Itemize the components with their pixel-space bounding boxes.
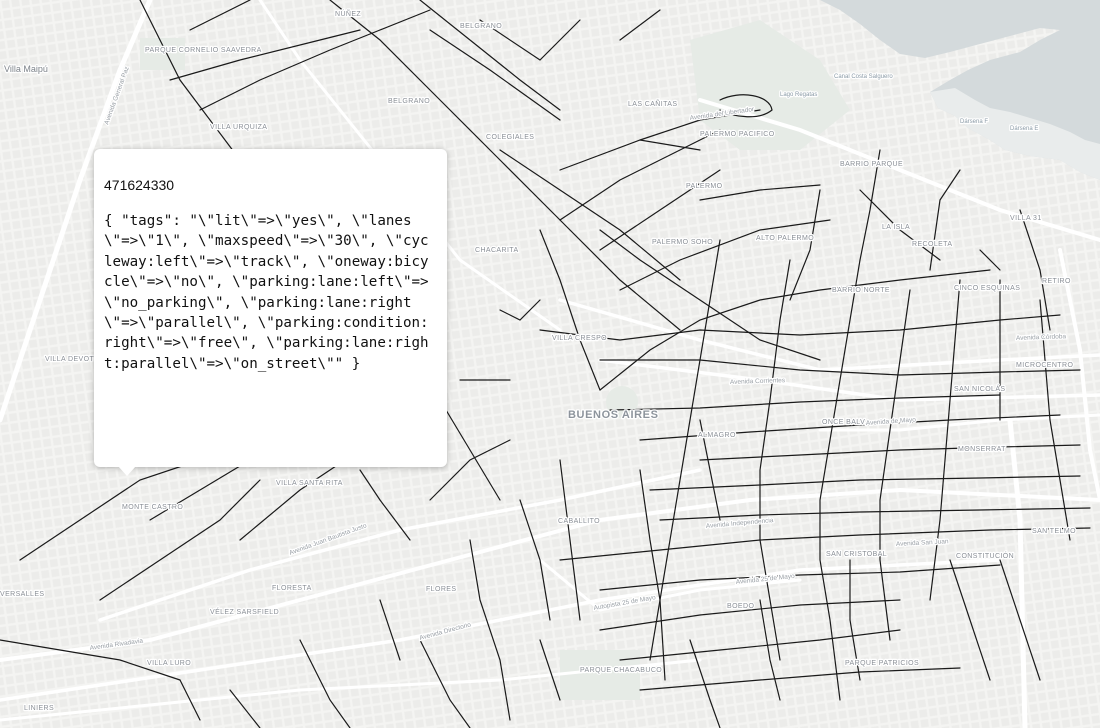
label-retiro: RETIRO (1042, 278, 1071, 285)
label-palermo-soho: PALERMO SOHO (652, 239, 713, 246)
label-barrio-norte: BARRIO NORTE (832, 287, 890, 294)
label-buenos-aires: BUENOS AIRES (568, 409, 659, 421)
label-belgrano-north: BELGRANO (460, 23, 502, 30)
label-velez-sarsfield: VÉLEZ SARSFIELD (210, 607, 279, 616)
feature-tags: { "tags": "\"lit\"=>\"yes\", \"lanes\"=>… (104, 213, 429, 372)
label-darsena-f: Dársena F (960, 119, 988, 125)
label-villa-santa-rita: VILLA SANTA RITA (276, 480, 343, 487)
label-liniers: LINIERS (24, 705, 54, 712)
label-barrio-parque: BARRIO PARQUE (840, 161, 903, 168)
park-chacabuco (560, 650, 640, 700)
label-monserrat: MONSERRAT (958, 446, 1006, 453)
label-cinco-esquinas: CINCO ESQUINAS (954, 285, 1020, 292)
label-flores: FLORES (426, 586, 456, 593)
label-villa-crespo: VILLA CRESPO (552, 335, 607, 342)
label-darsena-e: Dársena E (1010, 126, 1038, 132)
label-villa-devoto: VILLA DEVOTO (45, 356, 100, 363)
label-once-balv: ONCE BALV. (822, 419, 867, 426)
label-san-nicolas: SAN NICOLÁS (954, 384, 1005, 393)
feature-id: 471624330 (104, 177, 175, 193)
label-villa-urquiza: VILLA URQUIZA (210, 124, 267, 131)
label-recoleta: RECOLETA (912, 241, 952, 248)
label-villa-31: VILLA 31 (1010, 215, 1042, 222)
label-floresta: FLORESTA (272, 585, 312, 592)
label-palermo: PALERMO (686, 183, 723, 190)
label-parque-chacabuco: PARQUE CHACABUCO (580, 667, 662, 674)
label-canal-costa-salguero: Canal Costa Salguero (834, 74, 893, 80)
label-las-canitas: LAS CAÑITAS (628, 99, 677, 108)
label-chacarita: CHACARITA (475, 247, 519, 254)
label-colegiales: COLEGIALES (486, 134, 534, 141)
label-constitucion: CONSTITUCIÓN (956, 551, 1014, 560)
label-boedo: BOEDO (727, 603, 754, 610)
label-caballito: CABALLITO (558, 518, 600, 525)
popup-tip (118, 466, 136, 476)
label-san-cristobal: SAN CRISTOBAL (826, 551, 887, 558)
label-parque-cornelio-saavedra: PARQUE CORNELIO SAAVEDRA (145, 47, 262, 54)
label-palermo-pacifico: PALERMO PACIFICO (700, 131, 775, 138)
label-la-isla: LA ISLA (882, 224, 910, 231)
label-villa-luro: VILLA LURO (147, 660, 191, 667)
label-almagro: ALMAGRO (698, 432, 736, 439)
feature-popup: 471624330 { "tags": "\"lit\"=>\"yes\", \… (94, 149, 447, 467)
label-alto-palermo: ALTO PALERMO (756, 235, 814, 242)
label-parque-patricios: PARQUE PATRICIOS (845, 660, 919, 667)
label-lago-regatas: Lago Regatas (780, 92, 817, 98)
label-microcentro: MICROCENTRO (1016, 362, 1073, 369)
label-belgrano: BELGRANO (388, 98, 430, 105)
label-nunez: NÚÑEZ (335, 9, 361, 18)
label-villa-maipu: Villa Maipú (4, 64, 48, 74)
label-monte-castro: MONTE CASTRO (122, 504, 183, 511)
label-san-telmo: SAN TELMO (1032, 528, 1076, 535)
label-versalles: VERSALLES (0, 591, 44, 598)
park-saavedra (140, 38, 185, 70)
